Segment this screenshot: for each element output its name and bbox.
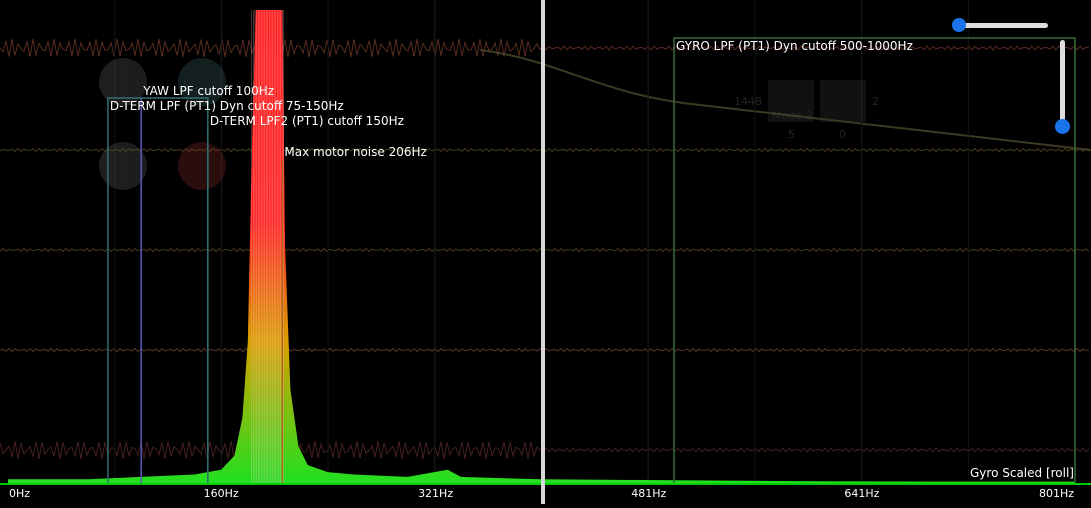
zoom-slider-horizontal[interactable] bbox=[952, 18, 1048, 32]
x-tick-label: 160Hz bbox=[204, 487, 239, 500]
x-tick-label: 321Hz bbox=[418, 487, 453, 500]
filter-marker-label: Max motor noise 206Hz bbox=[284, 145, 426, 159]
x-tick-label: 641Hz bbox=[844, 487, 879, 500]
slider-thumb[interactable] bbox=[1055, 119, 1070, 134]
slider-track bbox=[958, 23, 1048, 28]
stick-readout-bottom-left: 5 bbox=[788, 128, 795, 141]
x-tick-label: 0Hz bbox=[9, 487, 30, 500]
series-label: Gyro Scaled [roll] bbox=[970, 466, 1074, 480]
stick-readout-right: 2 bbox=[872, 95, 879, 108]
stick-circle bbox=[178, 142, 226, 190]
mode-label: Mode 2 bbox=[772, 109, 812, 122]
filter-marker-label: GYRO LPF (PT1) Dyn cutoff 500-1000Hz bbox=[676, 39, 913, 53]
playhead-cursor[interactable] bbox=[541, 0, 545, 504]
x-tick-label: 481Hz bbox=[631, 487, 666, 500]
slider-track bbox=[1060, 40, 1065, 130]
slider-thumb[interactable] bbox=[952, 18, 966, 32]
stick-readout-bottom-right: 0 bbox=[839, 128, 846, 141]
zoom-slider-vertical[interactable] bbox=[1055, 40, 1071, 140]
filter-marker-label: D-TERM LPF2 (PT1) cutoff 150Hz bbox=[210, 114, 404, 128]
spectrum-analyser: 1448 2 5 0 Mode 2 YAW LPF cutoff 100Hz D-… bbox=[0, 0, 1091, 504]
stick-box bbox=[820, 80, 866, 122]
chart-svg: 1448 2 5 0 Mode 2 YAW LPF cutoff 100HzD-… bbox=[0, 0, 1091, 504]
x-tick-label: 801Hz bbox=[1039, 487, 1074, 500]
filter-marker-label: YAW LPF cutoff 100Hz bbox=[142, 84, 274, 98]
filter-marker-label: D-TERM LPF (PT1) Dyn cutoff 75-150Hz bbox=[110, 99, 344, 113]
stick-circle bbox=[99, 142, 147, 190]
stick-readout-left: 1448 bbox=[734, 95, 762, 108]
